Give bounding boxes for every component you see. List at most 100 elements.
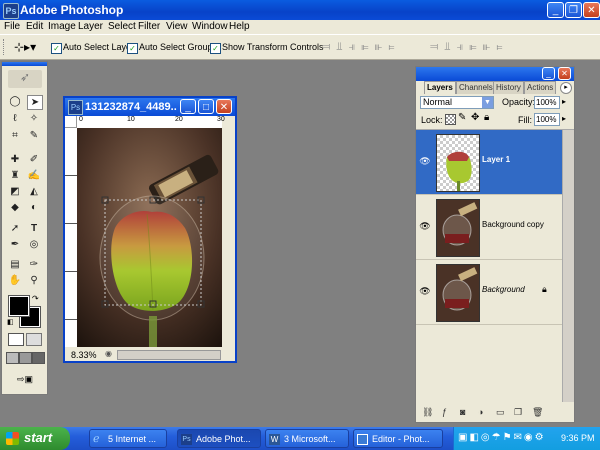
tray-icons[interactable]: ▣◧◎☂⚑✉◉⚙ — [458, 432, 546, 443]
pen-tool-icon[interactable]: ✒ — [8, 238, 22, 251]
lasso-tool-icon[interactable]: ℓ — [8, 112, 22, 125]
lock-transparency-icon[interactable] — [445, 114, 456, 125]
crop-tool-icon[interactable]: ⌗ — [8, 129, 22, 142]
taskbar-item-microsoft[interactable]: W 3 Microsoft... — [265, 429, 349, 448]
layers-palette-titlebar[interactable]: _ ✕ — [416, 67, 574, 81]
doc-maximize-button[interactable]: □ — [198, 99, 214, 114]
adjustment-layer-icon[interactable]: ◑ — [478, 407, 483, 417]
layers-palette-close-button[interactable]: ✕ — [558, 67, 571, 80]
photoshop-feather-icon[interactable]: ➶ — [8, 70, 42, 88]
doc-minimize-button[interactable]: _ — [180, 99, 196, 114]
distribute-buttons[interactable]: ⫤⫫⫣⊫⊪⊨ — [430, 41, 540, 55]
screen-mode-full-menu-button[interactable] — [19, 352, 32, 364]
paint-bucket-tool-icon[interactable]: ◭ — [27, 185, 41, 198]
opacity-slider-arrow-icon[interactable]: ▸ — [562, 97, 566, 106]
default-colors-icon[interactable]: ◧ — [7, 318, 14, 326]
menu-help[interactable]: Help — [229, 21, 250, 32]
lock-all-icon[interactable]: 🔒︎ — [484, 112, 489, 123]
marquee-tool-icon[interactable]: ◯ — [8, 95, 22, 108]
document-titlebar[interactable]: Ps 131232874_4489... _ □ ✕ — [65, 98, 235, 116]
visibility-eye-icon[interactable]: 👁︎ — [419, 286, 431, 296]
internet-explorer-icon: ℯ — [93, 433, 100, 445]
healing-brush-tool-icon[interactable]: ✚ — [8, 153, 22, 166]
tab-layers[interactable]: Layers — [424, 81, 456, 94]
eyedropper-tool-icon[interactable]: ✑ — [27, 258, 41, 271]
visibility-eye-icon[interactable]: 👁︎ — [419, 156, 431, 166]
start-label: start — [24, 430, 53, 445]
dodge-tool-icon[interactable]: ◐ — [27, 201, 41, 214]
tab-actions[interactable]: Actions — [524, 81, 557, 94]
menu-image[interactable]: Image — [48, 21, 76, 32]
menu-edit[interactable]: Edit — [26, 21, 43, 32]
taskbar-label: Editor - Phot... — [372, 434, 430, 444]
screen-mode-full-button[interactable] — [32, 352, 45, 364]
trash-icon[interactable]: 🗑︎ — [532, 407, 543, 418]
layers-palette-minimize-button[interactable]: _ — [542, 67, 555, 80]
type-tool-icon[interactable]: T — [27, 222, 41, 235]
doc-close-button[interactable]: ✕ — [216, 99, 232, 114]
close-button[interactable]: ✕ — [583, 2, 600, 18]
magic-wand-tool-icon[interactable]: ✧ — [27, 112, 41, 125]
layer-row-background[interactable]: 👁︎ Background 🔒︎ — [416, 260, 562, 325]
slice-tool-icon[interactable]: ✎ — [27, 129, 41, 142]
zoom-level[interactable]: 8.33% — [71, 350, 97, 360]
notes-tool-icon[interactable]: ▤ — [8, 258, 22, 271]
layers-scrollbar[interactable] — [562, 130, 574, 402]
layer-row-layer-1[interactable]: 👁︎ Layer 1 — [416, 130, 562, 195]
minimize-button[interactable]: _ — [547, 2, 564, 18]
tab-channels[interactable]: Channels — [456, 81, 496, 94]
palette-menu-icon[interactable]: ▸ — [560, 82, 572, 94]
swap-colors-icon[interactable]: ↷ — [32, 294, 39, 303]
layer-mask-icon[interactable]: ◙ — [460, 407, 465, 417]
eraser-tool-icon[interactable]: ◩ — [8, 185, 22, 198]
taskbar-item-photoshop[interactable]: Ps Adobe Phot... — [177, 429, 261, 448]
fill-field[interactable]: 100% — [534, 113, 560, 126]
horizontal-scrollbar[interactable] — [117, 350, 221, 360]
foreground-color-swatch-front[interactable] — [8, 295, 30, 317]
path-selection-tool-icon[interactable]: ➚ — [8, 222, 22, 235]
shape-tool-icon[interactable]: ◎ — [27, 238, 41, 251]
zoom-tool-icon[interactable]: ⚲ — [27, 274, 41, 287]
brush-tool-icon[interactable]: ✐ — [27, 153, 41, 166]
auto-select-layer-checkbox[interactable]: ✓ — [51, 43, 62, 54]
status-menu-icon[interactable]: ◉ — [105, 349, 112, 358]
move-tool-preset-icon[interactable]: ⊹▸▾ — [14, 40, 36, 54]
document-canvas[interactable] — [77, 128, 222, 347]
new-group-icon[interactable]: ▭ — [496, 407, 505, 418]
link-layers-icon[interactable]: ⛓ — [422, 407, 433, 418]
quick-mask-mode-button[interactable] — [26, 333, 42, 346]
menu-select[interactable]: Select — [108, 21, 136, 32]
fill-slider-arrow-icon[interactable]: ▸ — [562, 114, 566, 123]
menu-file[interactable]: File — [4, 21, 20, 32]
layer-row-background-copy[interactable]: 👁︎ Background copy — [416, 195, 562, 260]
history-brush-tool-icon[interactable]: ✍ — [27, 169, 41, 182]
blend-mode-select[interactable]: Normal ▼ — [420, 96, 494, 109]
taskbar-item-editor[interactable]: Editor - Phot... — [353, 429, 443, 448]
tab-history[interactable]: History — [493, 81, 524, 94]
show-transform-controls-checkbox[interactable]: ✓ — [210, 43, 221, 54]
auto-select-groups-checkbox[interactable]: ✓ — [127, 43, 138, 54]
align-buttons[interactable]: ⫤⫫⫣⊫⊪⊨ — [322, 41, 422, 55]
layer-style-icon[interactable]: ƒ — [442, 407, 447, 417]
move-tool-icon[interactable]: ➤ — [27, 95, 43, 110]
screen-mode-standard-button[interactable] — [6, 352, 19, 364]
jump-to-imageready-icon[interactable]: ⇨▣ — [10, 374, 40, 386]
blur-tool-icon[interactable]: ◆ — [8, 201, 22, 214]
menu-window[interactable]: Window — [192, 21, 228, 32]
lock-position-icon[interactable]: ✥ — [471, 112, 479, 123]
clone-stamp-tool-icon[interactable]: ♜ — [8, 169, 22, 182]
menu-layer[interactable]: Layer — [78, 21, 103, 32]
document-icon: Ps — [68, 100, 83, 115]
opacity-field[interactable]: 100% — [534, 96, 560, 109]
menu-view[interactable]: View — [166, 21, 188, 32]
menu-filter[interactable]: Filter — [138, 21, 160, 32]
restore-button[interactable]: ❐ — [565, 2, 582, 18]
new-layer-icon[interactable]: ❐ — [514, 407, 522, 418]
start-button[interactable]: start — [0, 427, 70, 450]
taskbar-item-internet[interactable]: ℯ 5 Internet ... — [89, 429, 167, 448]
lock-pixels-icon[interactable]: ✎ — [458, 112, 466, 123]
visibility-eye-icon[interactable]: 👁︎ — [419, 221, 431, 231]
standard-mode-button[interactable] — [8, 333, 24, 346]
hand-tool-icon[interactable]: ✋ — [8, 274, 22, 287]
ruler-label-20: 20 — [175, 116, 183, 123]
